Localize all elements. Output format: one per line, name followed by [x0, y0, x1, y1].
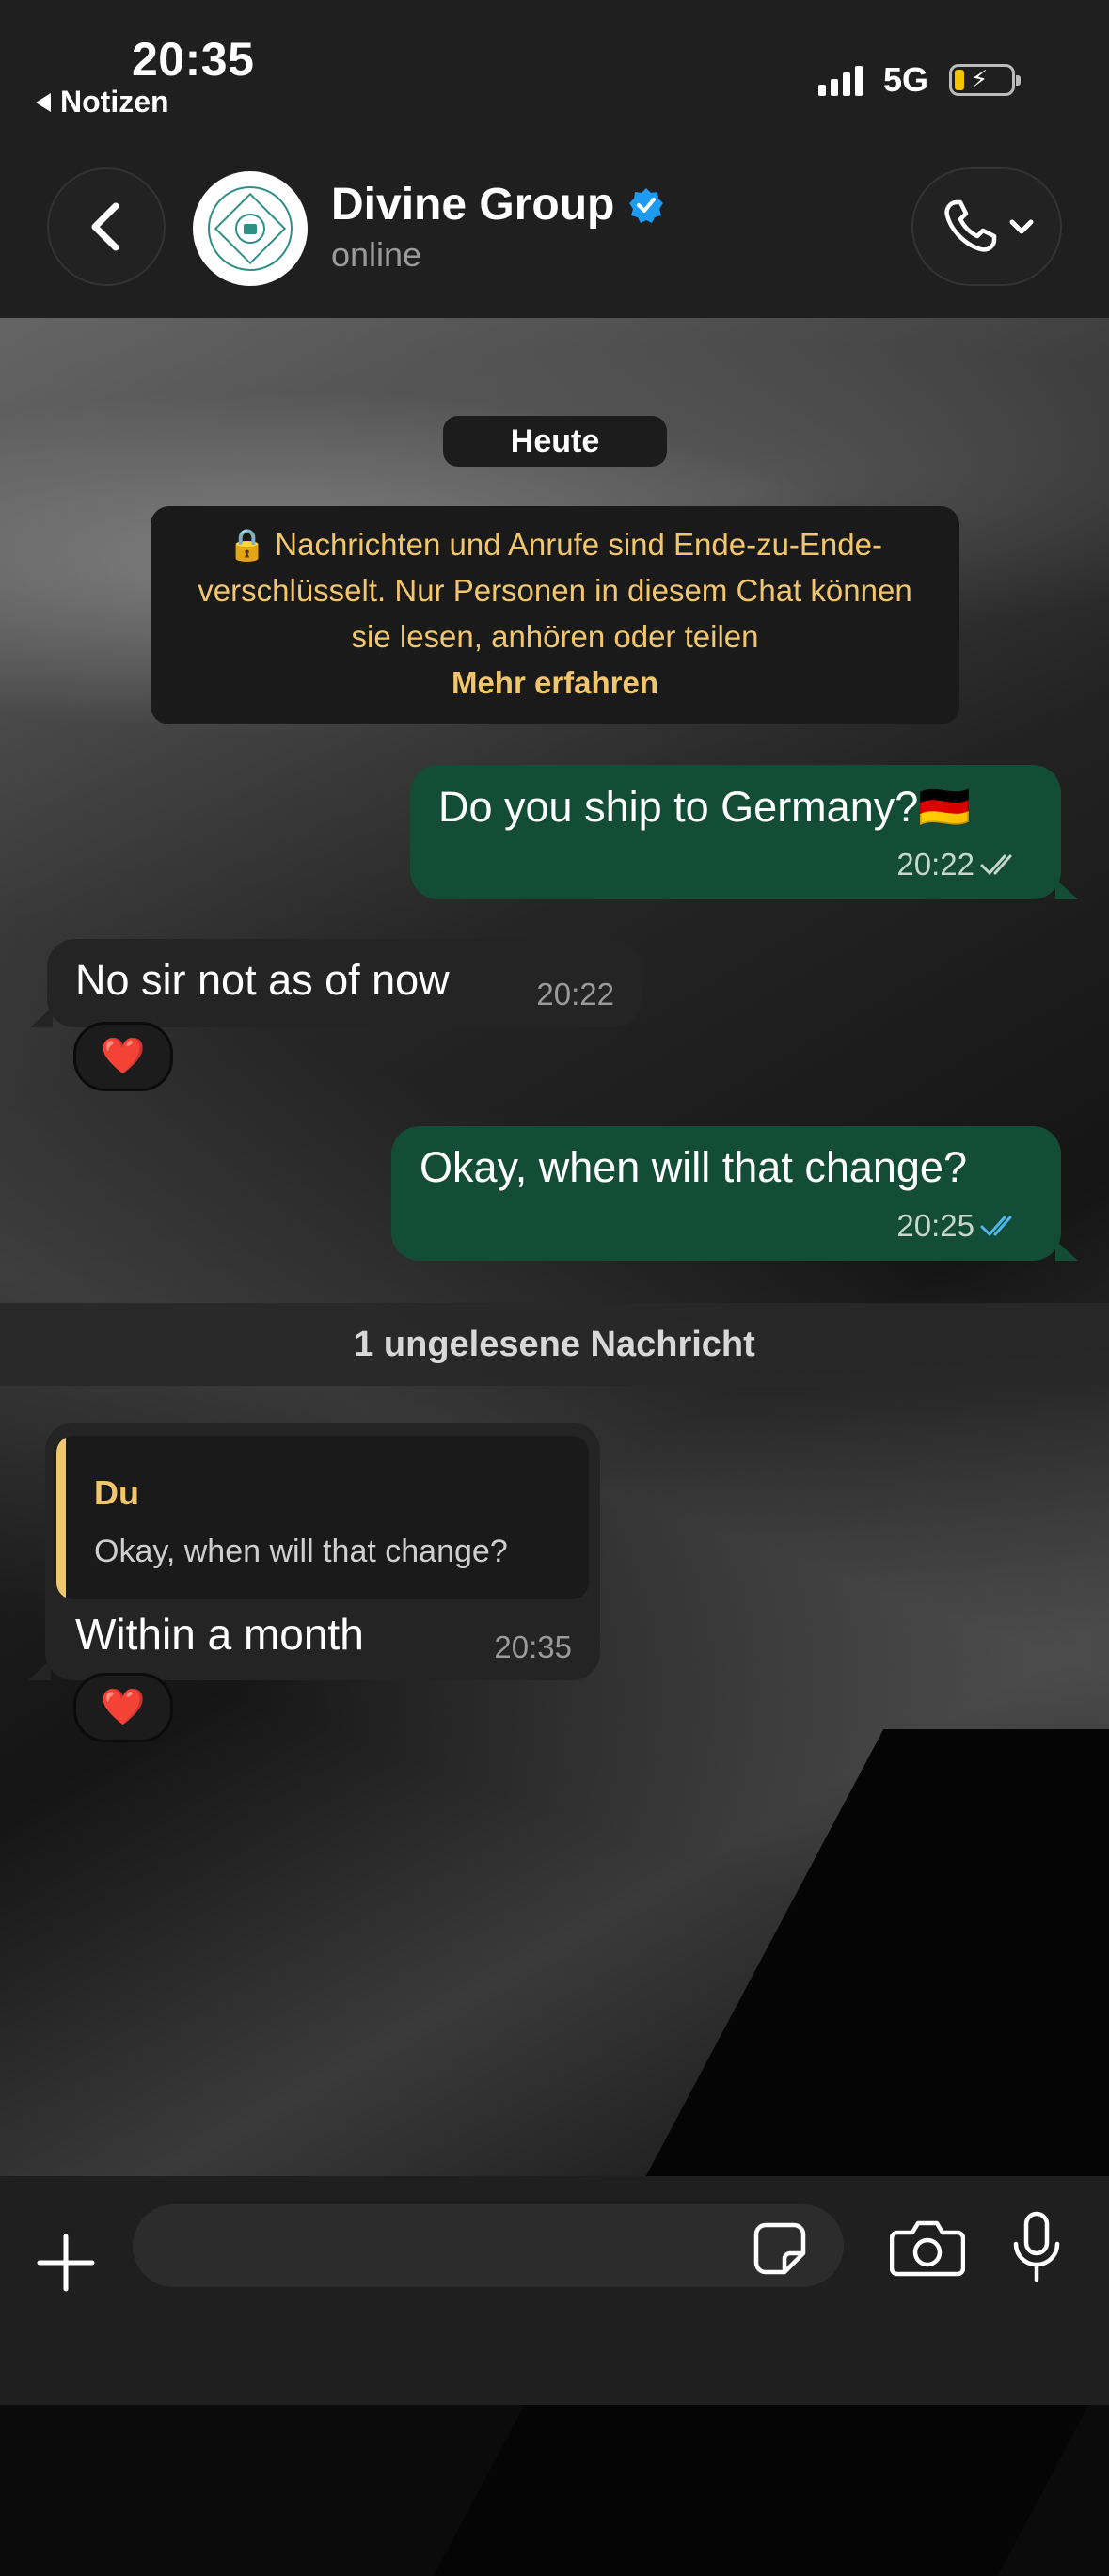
- chat-subtitle: online: [331, 235, 422, 274]
- signal-icon: [817, 64, 863, 96]
- message-bubble-outgoing[interactable]: Do you ship to Germany?🇩🇪 20:22: [410, 765, 1078, 899]
- chevron-left-icon: [91, 202, 119, 251]
- camera-icon[interactable]: [890, 2218, 965, 2278]
- message-time: 20:22: [536, 977, 614, 1011]
- network-label: 5G: [882, 60, 928, 99]
- encryption-notice-text: 🔒 Nachrichten und Anrufe sind Ende-zu-En…: [198, 527, 912, 654]
- message-text: Within a month: [75, 1610, 364, 1659]
- avatar[interactable]: [193, 171, 308, 286]
- chat-header: Divine Group online: [0, 122, 1109, 318]
- phone-icon: [944, 199, 997, 252]
- read-double-check-icon: [980, 1216, 1012, 1237]
- double-check-icon: [980, 854, 1012, 876]
- verified-badge-icon: [629, 187, 664, 223]
- battery-icon: ⚡: [949, 64, 1021, 96]
- bubble-tail: [1055, 879, 1078, 899]
- message-bubble-incoming[interactable]: No sir not as of now 20:22: [30, 939, 642, 1027]
- quote-text: Okay, when will that change?: [94, 1534, 508, 1569]
- status-indicators: 5G ⚡: [817, 60, 1021, 100]
- wallpaper-shadow: [433, 1729, 1109, 2576]
- plus-icon[interactable]: [36, 2233, 96, 2293]
- chat-title-text: Divine Group: [331, 180, 615, 230]
- message-input[interactable]: [133, 2204, 844, 2287]
- message-time: 20:25: [896, 1208, 974, 1243]
- message-meta: 20:25: [896, 1208, 1023, 1244]
- message-text: No sir not as of now: [75, 956, 450, 1004]
- sticker-icon[interactable]: [753, 2221, 807, 2276]
- quoted-message[interactable]: Du Okay, when will that change?: [56, 1436, 589, 1599]
- quote-author: Du: [94, 1473, 139, 1512]
- group-logo-icon: [208, 186, 293, 271]
- date-separator: Heute: [443, 416, 667, 467]
- bubble-tail: [1055, 1240, 1078, 1261]
- quote-accent-bar: [56, 1436, 66, 1599]
- encryption-notice[interactable]: 🔒 Nachrichten und Anrufe sind Ende-zu-En…: [151, 506, 959, 724]
- reaction-heart[interactable]: ❤️: [73, 1022, 173, 1091]
- reaction-heart[interactable]: ❤️: [73, 1673, 173, 1742]
- unread-messages-divider: 1 ungelesene Nachricht: [0, 1303, 1109, 1386]
- message-time: 20:35: [494, 1630, 572, 1664]
- status-time: 20:35: [132, 33, 255, 86]
- call-button[interactable]: [911, 167, 1062, 286]
- back-to-app-link[interactable]: Notizen: [36, 85, 169, 119]
- bubble-tail: [28, 1660, 51, 1680]
- chat-title[interactable]: Divine Group: [331, 179, 665, 231]
- message-bubble-outgoing[interactable]: Okay, when will that change? 20:25: [391, 1126, 1078, 1261]
- mic-icon[interactable]: [1008, 2210, 1065, 2285]
- back-triangle-icon: [36, 92, 51, 112]
- message-composer: [0, 2176, 1109, 2405]
- message-text: Do you ship to Germany?🇩🇪: [438, 783, 972, 831]
- message-time: 20:22: [896, 847, 974, 882]
- message-meta: 20:22: [896, 847, 1023, 883]
- back-app-label: Notizen: [60, 85, 169, 119]
- back-button[interactable]: [47, 167, 166, 286]
- learn-more-link[interactable]: Mehr erfahren: [179, 660, 931, 706]
- chevron-down-icon: [1009, 219, 1034, 234]
- bubble-tail: [30, 1007, 53, 1027]
- message-bubble-incoming-reply[interactable]: Du Okay, when will that change? Within a…: [28, 1423, 600, 1680]
- message-text: Okay, when will that change?: [420, 1143, 967, 1191]
